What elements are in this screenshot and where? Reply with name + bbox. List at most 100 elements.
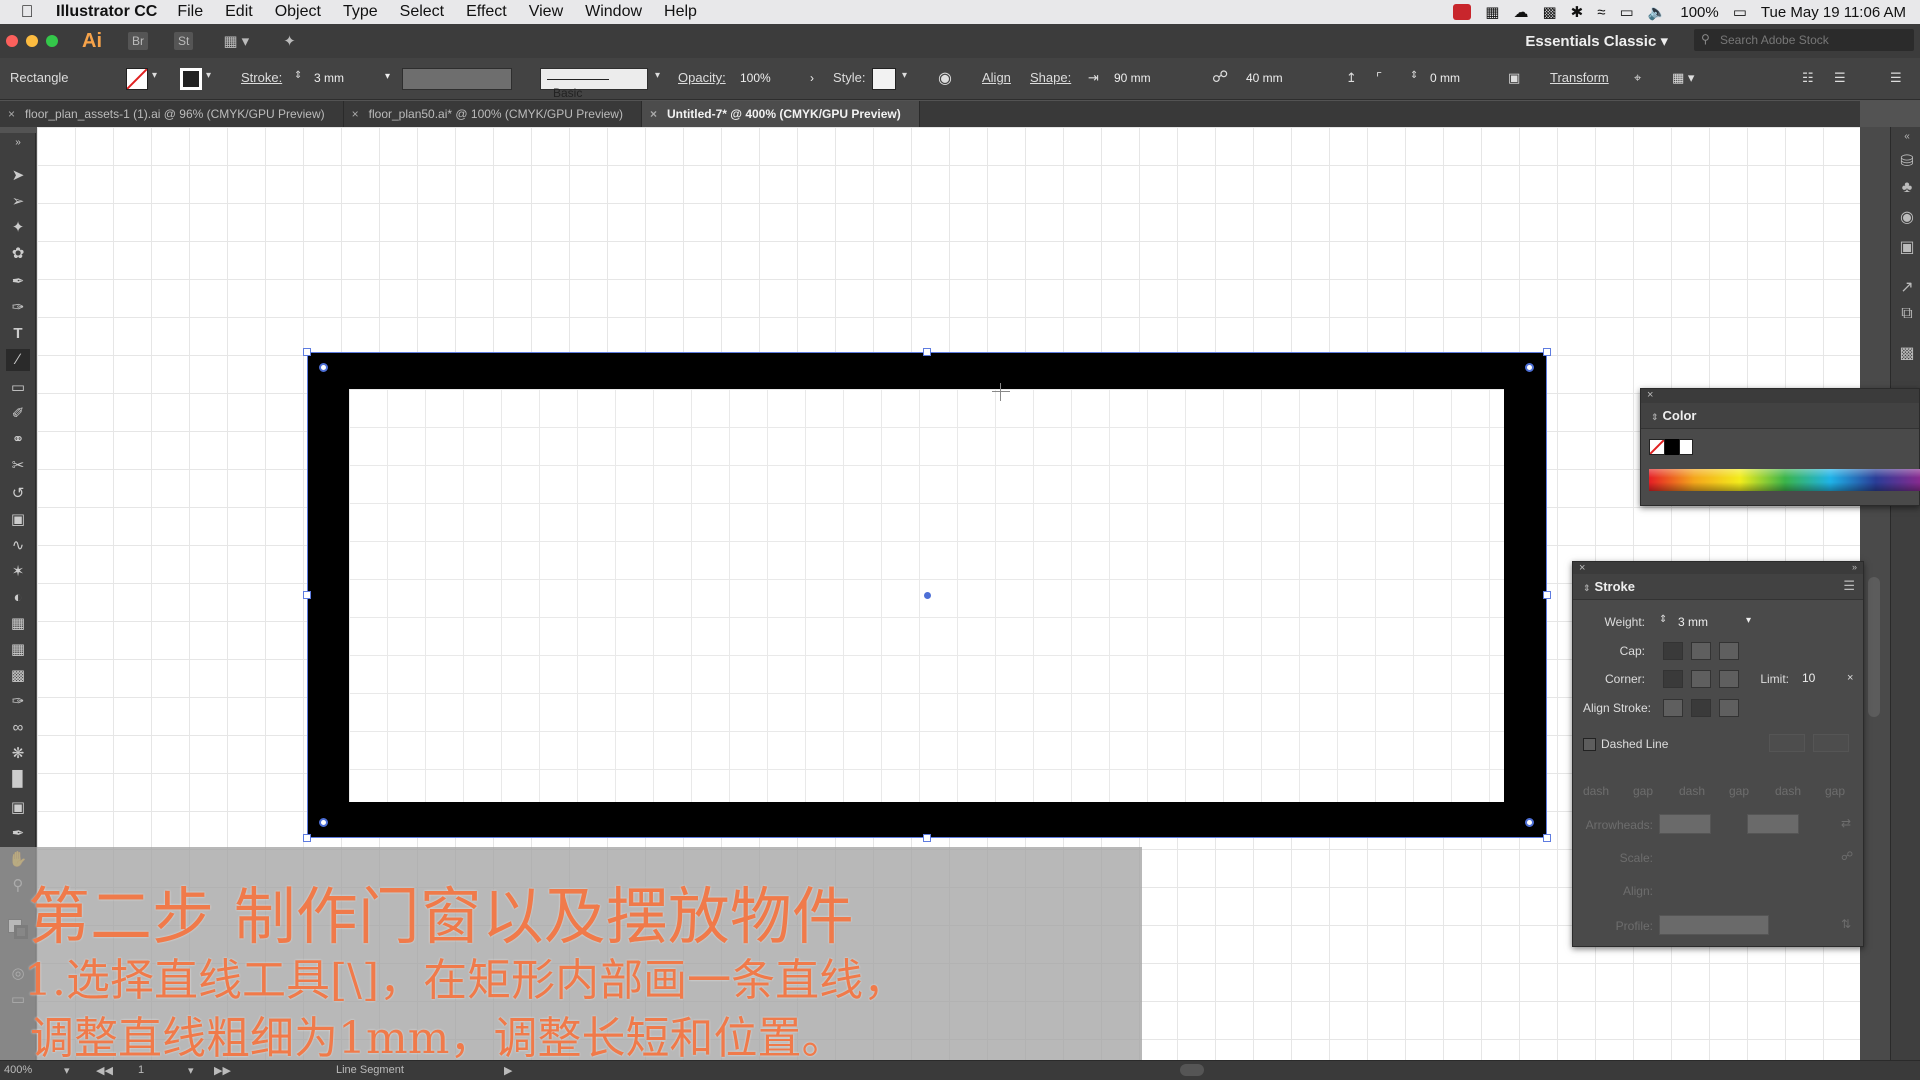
bridge-button[interactable]: Br [128,32,148,50]
line-segment-tool-icon[interactable]: ∕ [6,349,30,371]
fill-swatch[interactable] [126,68,148,90]
scissors-tool-icon[interactable]: ✂ [6,455,30,477]
column-graph-tool-icon[interactable]: ▉ [6,769,30,791]
color-panel-tab[interactable]: ⇕ Color [1641,403,1919,429]
align-dash-button[interactable] [1813,734,1849,752]
start-arrowhead-select[interactable] [1659,814,1711,834]
gpu-performance-icon[interactable]: ✦ [279,30,300,52]
isolate-icon[interactable]: ▦ ▾ [1672,70,1694,86]
tab-floor-plan-assets[interactable]: × floor_plan_assets-1 (1).ai @ 96% (CMYK/… [0,101,344,127]
shape-builder-tool-icon[interactable]: ◐ [6,587,30,609]
corner-radius-field[interactable]: 0 mm [1424,68,1494,90]
link-scale-icon[interactable]: ☍ [1841,849,1853,863]
close-window-button[interactable] [6,35,18,47]
stroke-weight-dropdown-icon[interactable]: ▾ [385,71,390,82]
fill-dropdown-icon[interactable]: ▾ [152,70,157,81]
symbol-sprayer-tool-icon[interactable]: ❋ [6,743,30,765]
projecting-cap-button[interactable] [1719,642,1739,660]
cloud-icon[interactable]: ☁ [1513,3,1528,21]
close-tab-icon[interactable]: × [650,107,657,121]
limit-close-icon[interactable]: × [1847,672,1853,684]
opacity-field[interactable]: 100% › [734,68,816,90]
handle-bottom-center[interactable] [923,834,931,842]
direct-selection-tool-icon[interactable]: ➢ [6,191,30,213]
transform-each-icon[interactable]: ⌖ [1634,70,1641,86]
panel-options-icon[interactable]: ☰ [1834,70,1846,86]
menu-type[interactable]: Type [343,3,378,21]
collapse-tools-icon[interactable]: » [6,137,30,149]
appearance-panel-icon[interactable]: ◉ [1897,207,1917,227]
rotate-tool-icon[interactable]: ↺ [6,483,30,505]
handle-middle-left[interactable] [303,591,311,599]
variable-width-profile[interactable] [402,68,512,90]
dashed-line-checkbox[interactable] [1583,738,1596,751]
menu-edit[interactable]: Edit [225,3,253,21]
airplay-icon[interactable]: ▭ [1619,3,1633,21]
volume-icon[interactable]: 🔈 [1648,3,1667,21]
arrange-icon[interactable]: ☷ [1802,70,1814,86]
lasso-tool-icon[interactable]: ✿ [6,243,30,265]
none-swatch[interactable] [1649,439,1665,455]
symbols-panel-icon[interactable]: ♣ [1897,179,1917,199]
constrain-proportions-icon[interactable]: ☍ [1212,67,1228,87]
gradient-tool-icon[interactable]: ▩ [6,665,30,687]
zoom-dropdown-icon[interactable]: ▾ [64,1064,70,1077]
stroke-dropdown-icon[interactable]: ▾ [206,70,211,81]
stroke-stepper-icon[interactable]: ⇕ [294,70,302,81]
paintbrush-tool-icon[interactable]: ✐ [6,403,30,425]
zoom-level[interactable]: 400% [4,1064,32,1076]
corner-widget-bottom-left[interactable] [319,818,328,827]
panel-expand-icon[interactable]: ⇕ [1583,583,1591,593]
horizontal-scrollbar-thumb[interactable] [1180,1064,1204,1076]
width-tool-icon[interactable]: ∿ [6,535,30,557]
align-label[interactable]: Align [982,70,1011,85]
type-tool-icon[interactable]: T [6,323,30,345]
perspective-grid-tool-icon[interactable]: ▦ [6,613,30,635]
align-stroke-outside-button[interactable] [1719,699,1739,717]
wifi-icon[interactable]: ≈ [1597,4,1605,21]
status-menu-icon[interactable]: ▶ [504,1064,512,1077]
blend-tool-icon[interactable]: ∞ [6,717,30,739]
artboards-panel-icon[interactable]: ⧉ [1897,305,1917,325]
recording-icon[interactable] [1453,4,1472,20]
corner-widget-bottom-right[interactable] [1525,818,1534,827]
handle-top-left[interactable] [303,348,311,356]
minimize-window-button[interactable] [26,35,38,47]
transform-label[interactable]: Transform [1550,70,1609,85]
tab-untitled-7[interactable]: × Untitled-7* @ 400% (CMYK/GPU Preview) [641,101,920,127]
panel-menu-icon[interactable]: ☰ [1843,578,1855,594]
artboard-dropdown-icon[interactable]: ▾ [188,1064,194,1077]
butt-cap-button[interactable] [1663,642,1683,660]
apple-icon[interactable]:  [16,2,38,22]
preserve-dash-button[interactable] [1769,734,1805,752]
mesh-tool-icon[interactable]: ▦ [6,639,30,661]
corner-widget-top-left[interactable] [319,363,328,372]
clock[interactable]: Tue May 19 11:06 AM [1761,4,1906,21]
export-panel-icon[interactable]: ↗ [1897,277,1917,297]
brush-dropdown-icon[interactable]: ▾ [655,70,660,81]
menu-window[interactable]: Window [585,3,642,21]
close-tab-icon[interactable]: × [352,107,359,121]
align-stroke-center-button[interactable] [1663,699,1683,717]
corner-type-icon[interactable]: ⌜ [1376,70,1382,86]
close-panel-icon[interactable]: × [1647,389,1653,401]
menu-view[interactable]: View [529,3,563,21]
style-dropdown-icon[interactable]: ▾ [902,70,907,81]
white-swatch[interactable] [1679,439,1693,455]
handle-bottom-right[interactable] [1543,834,1551,842]
weight-dropdown-icon[interactable]: ▾ [1746,615,1751,626]
bevel-join-button[interactable] [1719,670,1739,688]
stock-search-input[interactable]: ⚲ Search Adobe Stock [1694,29,1914,51]
corner-stepper-icon[interactable]: ⇕ [1410,70,1418,81]
menu-file[interactable]: File [177,3,203,21]
bluetooth-icon[interactable]: ✱ [1571,3,1584,21]
menu-effect[interactable]: Effect [466,3,507,21]
artboard-number[interactable]: 1 [138,1064,144,1076]
stroke-panel-tab[interactable]: ⇕ Stroke ☰ [1573,574,1863,600]
stock-button[interactable]: St [174,32,194,50]
zoom-window-button[interactable] [46,35,58,47]
control-menu-icon[interactable]: ☰ [1890,70,1902,86]
menu-select[interactable]: Select [400,3,444,21]
shape-label[interactable]: Shape: [1030,70,1071,85]
corner-widget-top-right[interactable] [1525,363,1534,372]
